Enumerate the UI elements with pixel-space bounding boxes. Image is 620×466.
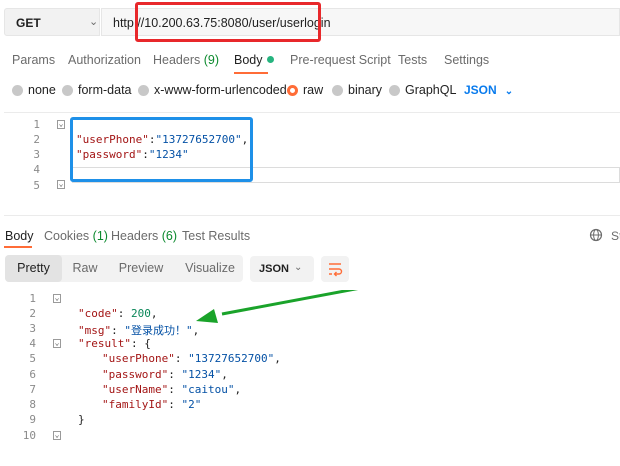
status-label-cut: St bbox=[611, 229, 620, 243]
chevron-down-icon: ⌄ bbox=[89, 16, 99, 28]
body-indicator-dot bbox=[266, 56, 274, 63]
tab-tests[interactable]: Tests bbox=[398, 53, 427, 67]
resp-tab-headers-label: Headers bbox=[111, 229, 159, 243]
request-tabs: Params Authorization Headers (9) Body Pr… bbox=[0, 50, 620, 72]
tab-params[interactable]: Params bbox=[12, 53, 55, 67]
globe-icon[interactable] bbox=[589, 228, 603, 242]
body-type-selector: none form-data x-www-form-urlencoded raw… bbox=[0, 80, 620, 102]
wrap-lines-icon[interactable] bbox=[321, 256, 349, 282]
resp-tab-body[interactable]: Body bbox=[5, 229, 34, 243]
radio-graphql-label: GraphQL bbox=[405, 83, 457, 97]
headers-count: (9) bbox=[203, 53, 220, 67]
resp-tab-headers[interactable]: Headers (6) bbox=[111, 229, 177, 243]
radio-urlencoded-circle bbox=[138, 85, 149, 96]
tab-headers-label: Headers bbox=[153, 53, 201, 67]
chevron-down-icon: ⌄ bbox=[504, 86, 514, 97]
tab-settings[interactable]: Settings bbox=[444, 53, 489, 67]
response-tabs: Body Cookies (1) Headers (6) Test Result… bbox=[0, 227, 620, 247]
tab-headers[interactable]: Headers (9) bbox=[153, 53, 219, 67]
radio-raw-circle bbox=[287, 85, 298, 96]
radio-form-data-circle bbox=[62, 85, 73, 96]
resp-tab-cookies-label: Cookies bbox=[44, 229, 90, 243]
tab-authorization[interactable]: Authorization bbox=[68, 53, 141, 67]
active-tab-indicator bbox=[234, 72, 268, 74]
line-number: 1 bbox=[33, 118, 40, 131]
resp-tab-cookies[interactable]: Cookies (1) bbox=[44, 229, 108, 243]
radio-none-circle bbox=[12, 85, 23, 96]
view-visualize-button[interactable]: Visualize bbox=[177, 255, 243, 282]
view-raw-button[interactable]: Raw bbox=[65, 255, 105, 282]
line-gutter: 1 2 3 4 5 bbox=[4, 113, 40, 215]
radio-raw-label: raw bbox=[303, 83, 324, 97]
resp-tab-test-results[interactable]: Test Results bbox=[182, 229, 250, 243]
radio-binary-circle bbox=[332, 85, 343, 96]
radio-graphql-circle bbox=[389, 85, 400, 96]
view-mode-segmented: Pretty Raw Preview Visualize bbox=[5, 255, 243, 282]
radio-urlencoded-label: x-www-form-urlencoded bbox=[154, 83, 287, 97]
radio-form-data-label: form-data bbox=[78, 83, 132, 97]
language-select[interactable]: JSON ⌄ bbox=[464, 83, 513, 97]
response-format-label: JSON bbox=[259, 263, 289, 275]
view-preview-button[interactable]: Preview bbox=[113, 255, 169, 282]
view-pretty-button[interactable]: Pretty bbox=[5, 255, 62, 282]
fold-icon[interactable]: ⌄ bbox=[57, 120, 65, 129]
arrow-annotation bbox=[196, 290, 359, 323]
radio-none-label: none bbox=[28, 83, 56, 97]
line-number: 4 bbox=[33, 163, 40, 176]
response-body-viewer: 1 2 3 4 5 6 7 8 9 10 ⌄ ⌄ ⌄ { "code": 200… bbox=[0, 290, 620, 466]
language-select-label: JSON bbox=[464, 83, 497, 97]
radio-binary-label: binary bbox=[348, 83, 383, 97]
method-label: GET bbox=[16, 16, 41, 30]
body-highlight-annotation bbox=[70, 117, 253, 182]
cookies-count: (1) bbox=[92, 229, 108, 243]
resp-active-tab-indicator bbox=[4, 246, 32, 248]
method-select[interactable]: GET ⌄ bbox=[4, 8, 100, 36]
line-number: 2 bbox=[33, 133, 40, 146]
tab-body[interactable]: Body bbox=[234, 53, 274, 67]
line-number: 3 bbox=[33, 148, 40, 161]
chevron-down-icon: ⌄ bbox=[294, 262, 303, 273]
url-highlight-annotation bbox=[135, 2, 321, 42]
tab-body-label: Body bbox=[234, 53, 263, 67]
response-format-select[interactable]: JSON ⌄ bbox=[250, 256, 314, 282]
fold-icon[interactable]: ⌄ bbox=[57, 180, 65, 189]
line-number: 5 bbox=[33, 179, 40, 192]
resp-headers-count: (6) bbox=[161, 229, 178, 243]
tab-pre-request-script[interactable]: Pre-request Script bbox=[290, 53, 391, 67]
